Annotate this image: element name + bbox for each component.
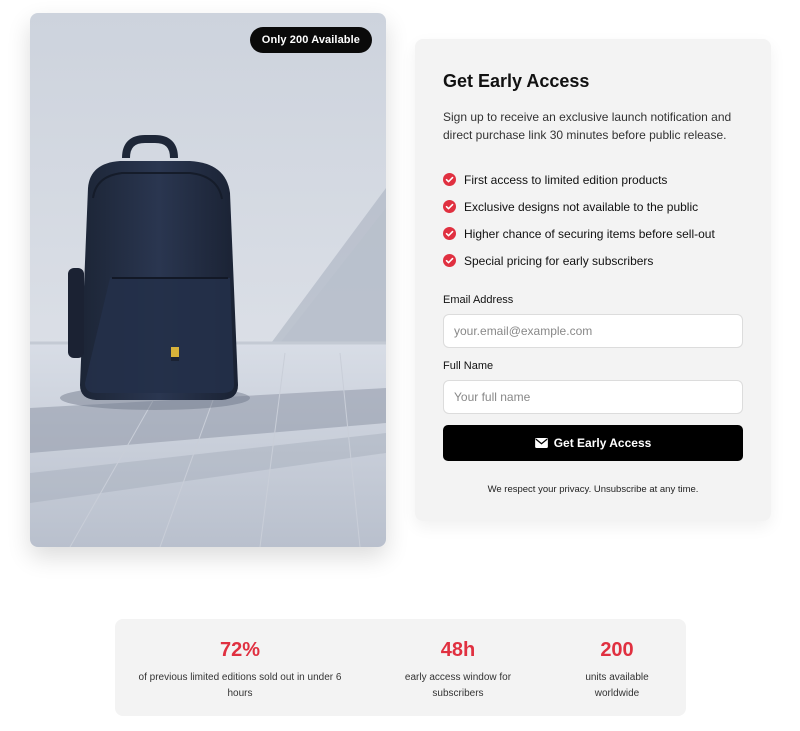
stat-units: 200 units available worldwide: [575, 619, 659, 702]
stat-value: 72%: [219, 639, 261, 661]
check-circle-icon: [443, 254, 456, 267]
full-name-input[interactable]: [443, 380, 743, 414]
email-input[interactable]: [443, 314, 743, 348]
cta-label: Get Early Access: [553, 436, 652, 450]
stat-value: 48h: [440, 639, 476, 661]
product-image-card: Only 200 Available: [30, 13, 386, 547]
benefit-item: Higher chance of securing items before s…: [443, 220, 743, 247]
benefit-item: First access to limited edition products: [443, 166, 743, 193]
availability-badge: Only 200 Available: [249, 27, 372, 53]
stat-label: units available worldwide: [585, 672, 649, 699]
get-early-access-button[interactable]: Get Early Access: [443, 425, 743, 461]
early-access-form-card: Get Early Access Sign up to receive an e…: [415, 39, 771, 521]
check-circle-icon: [443, 227, 456, 240]
check-circle-icon: [443, 173, 456, 186]
stat-label: early access window for subscribers: [404, 672, 512, 699]
privacy-note: We respect your privacy. Unsubscribe at …: [487, 484, 699, 495]
form-description: Sign up to receive an exclusive launch n…: [443, 110, 732, 142]
benefit-label: Higher chance of securing items before s…: [464, 226, 715, 241]
backpack-photo: [30, 13, 386, 547]
email-label: Email Address: [443, 294, 514, 306]
benefit-label: Special pricing for early subscribers: [464, 253, 654, 268]
envelope-icon: [534, 438, 548, 448]
form-title: Get Early Access: [443, 71, 590, 91]
check-circle-icon: [443, 200, 456, 213]
name-field-group: Full Name: [443, 360, 743, 414]
full-name-label: Full Name: [443, 360, 494, 372]
stat-value: 200: [600, 639, 634, 661]
benefits-list: First access to limited edition products…: [443, 166, 743, 274]
email-field-group: Email Address: [443, 294, 743, 348]
stats-panel: 72% of previous limited editions sold ou…: [115, 619, 686, 716]
stat-label: of previous limited editions sold out in…: [138, 672, 342, 699]
benefit-item: Exclusive designs not available to the p…: [443, 193, 743, 220]
benefit-label: Exclusive designs not available to the p…: [464, 199, 699, 214]
stat-sold-out: 72% of previous limited editions sold ou…: [130, 619, 350, 702]
stat-early-window: 48h early access window for subscribers: [393, 619, 523, 702]
benefit-label: First access to limited edition products: [464, 172, 668, 187]
benefit-item: Special pricing for early subscribers: [443, 247, 743, 274]
